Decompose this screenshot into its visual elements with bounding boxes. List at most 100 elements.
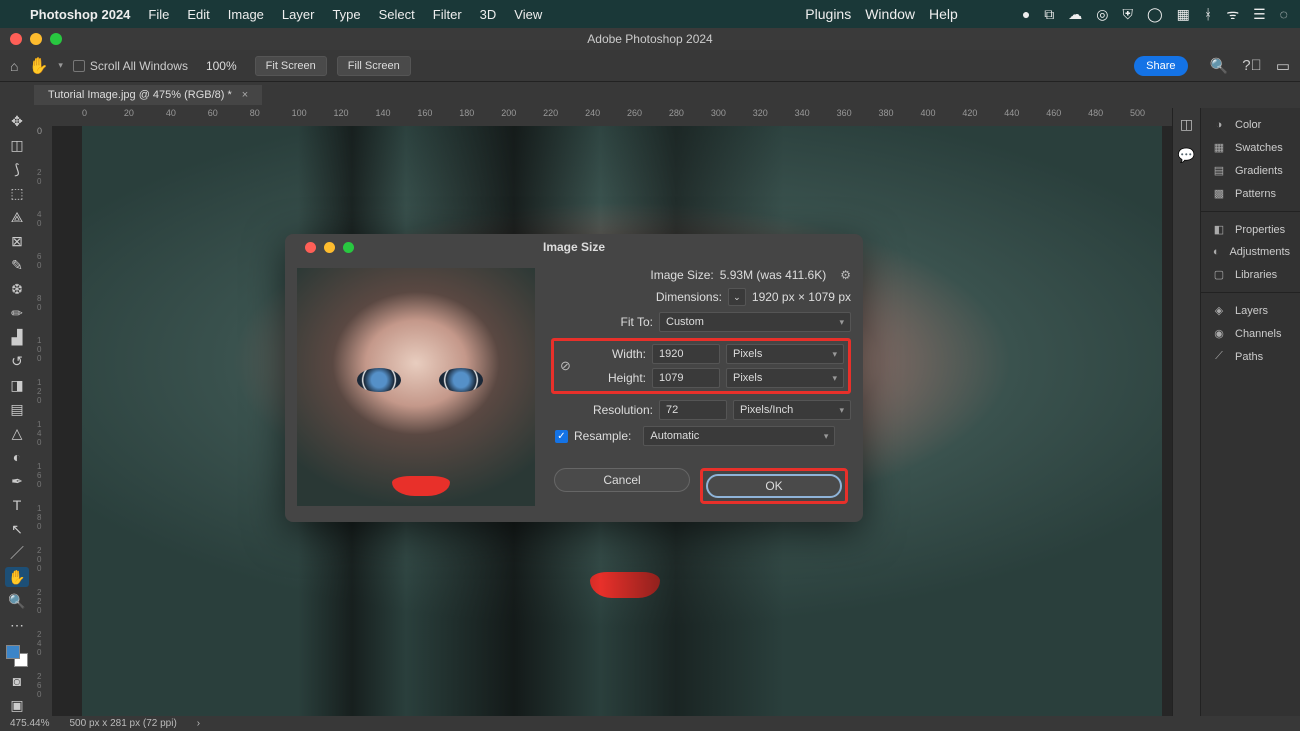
move-tool-icon[interactable]: ✥ (5, 111, 29, 131)
sync-icon[interactable]: ◯ (1147, 6, 1163, 23)
menu-select[interactable]: Select (379, 7, 415, 22)
panel-gradients[interactable]: ▤Gradients (1201, 159, 1300, 182)
shield-icon[interactable]: ⛨ (1123, 6, 1134, 23)
width-unit-select[interactable]: Pixels▾ (726, 344, 844, 364)
document-tab[interactable]: Tutorial Image.jpg @ 475% (RGB/8) * × (34, 85, 262, 105)
hand-tool-icon[interactable]: ✋ (28, 56, 48, 76)
screen-mode-icon[interactable]: ▣ (5, 695, 29, 715)
menu-filter[interactable]: Filter (433, 7, 462, 22)
color-swatch[interactable] (6, 645, 28, 667)
user-icon[interactable]: ◌ (1280, 6, 1288, 22)
menu-image[interactable]: Image (228, 7, 264, 22)
resolution-input[interactable] (659, 400, 727, 420)
dodge-tool-icon[interactable]: ◐ (5, 447, 29, 467)
fit-to-select[interactable]: Custom▾ (659, 312, 851, 332)
tool-preset-dropdown-icon[interactable]: ▾ (58, 60, 63, 71)
status-zoom[interactable]: 475.44% (10, 718, 49, 729)
type-tool-icon[interactable]: T (5, 495, 29, 515)
resolution-unit-select[interactable]: Pixels/Inch▾ (733, 400, 851, 420)
menu-plugins[interactable]: Plugins (805, 6, 851, 22)
panel-color[interactable]: ◑Color (1201, 114, 1300, 136)
maximize-window-icon[interactable] (50, 33, 62, 45)
panel-libraries[interactable]: ▢Libraries (1201, 263, 1300, 286)
object-select-tool-icon[interactable]: ⬚ (5, 183, 29, 203)
menu-3d[interactable]: 3D (480, 7, 497, 22)
menu-help[interactable]: Help (929, 6, 958, 22)
menu-view[interactable]: View (514, 7, 542, 22)
share-button[interactable]: Share (1134, 56, 1187, 76)
status-doc-info[interactable]: 500 px x 281 px (72 ppi) (69, 718, 176, 729)
panel-properties[interactable]: ◧Properties (1201, 218, 1300, 241)
cc-icon[interactable]: ◎ (1096, 6, 1108, 23)
link-dimensions-icon[interactable]: ⊘ (560, 358, 571, 374)
wifi-icon[interactable]: ᯤ (1226, 5, 1239, 24)
cloud-icon[interactable]: ☁ (1068, 6, 1082, 23)
marquee-tool-icon[interactable]: ◫ (5, 135, 29, 155)
resample-select[interactable]: Automatic▾ (643, 426, 835, 446)
eraser-tool-icon[interactable]: ◨ (5, 375, 29, 395)
fill-screen-button[interactable]: Fill Screen (337, 56, 411, 76)
home-icon[interactable]: ⌂ (10, 58, 18, 74)
quick-mask-icon[interactable]: ◙ (5, 671, 29, 691)
screen-icon[interactable]: ⧉ (1044, 6, 1054, 23)
gear-icon[interactable]: ⚙ (840, 268, 851, 282)
menu-type[interactable]: Type (332, 7, 360, 22)
close-tab-icon[interactable]: × (242, 89, 248, 101)
ok-button[interactable]: OK (706, 474, 842, 498)
bluetooth-icon[interactable]: ᚼ (1204, 6, 1212, 22)
healing-brush-tool-icon[interactable]: ❆ (5, 279, 29, 299)
zoom-tool-icon[interactable]: 🔍 (5, 591, 29, 611)
app-name[interactable]: Photoshop 2024 (30, 7, 130, 22)
minimize-window-icon[interactable] (30, 33, 42, 45)
menu-edit[interactable]: Edit (187, 7, 209, 22)
close-window-icon[interactable] (10, 33, 22, 45)
path-select-tool-icon[interactable]: ↖ (5, 519, 29, 539)
crop-tool-icon[interactable]: ⟁ (5, 207, 29, 227)
panel-paths[interactable]: ⟋Paths (1201, 345, 1300, 368)
histogram-icon[interactable]: ◫ (1180, 116, 1193, 133)
dimensions-unit-dropdown[interactable]: ⌄ (728, 288, 746, 306)
dialog-minimize-icon[interactable] (324, 242, 335, 253)
panel-adjustments[interactable]: ◐Adjustments (1201, 241, 1300, 263)
blur-tool-icon[interactable]: △ (5, 423, 29, 443)
panel-swatches[interactable]: ▦Swatches (1201, 136, 1300, 159)
gradient-tool-icon[interactable]: ▤ (5, 399, 29, 419)
shape-tool-icon[interactable]: ／ (5, 543, 29, 563)
eyedropper-tool-icon[interactable]: ✎ (5, 255, 29, 275)
workspace-icon[interactable]: ▭ (1276, 57, 1290, 75)
height-input[interactable] (652, 368, 720, 388)
panel-patterns[interactable]: ▩Patterns (1201, 182, 1300, 205)
pen-tool-icon[interactable]: ✒ (5, 471, 29, 491)
panel-channels[interactable]: ◉Channels (1201, 322, 1300, 345)
dialog-preview-image[interactable] (297, 268, 535, 506)
help-icon[interactable]: ?⃝ (1242, 57, 1262, 75)
height-unit-select[interactable]: Pixels▾ (726, 368, 844, 388)
control-center-icon[interactable]: ☰ (1253, 6, 1266, 23)
width-input[interactable] (652, 344, 720, 364)
resample-checkbox[interactable]: ✓ (555, 430, 568, 443)
menu-file[interactable]: File (148, 7, 169, 22)
frame-tool-icon[interactable]: ⊠ (5, 231, 29, 251)
search-icon[interactable]: 🔍 (1210, 57, 1229, 75)
fit-screen-button[interactable]: Fit Screen (255, 56, 327, 76)
comments-icon[interactable]: 💬 (1178, 147, 1195, 164)
cancel-button[interactable]: Cancel (554, 468, 690, 492)
brush-tool-icon[interactable]: ✏ (5, 303, 29, 323)
record-icon[interactable]: ● (1022, 6, 1030, 22)
dialog-titlebar[interactable]: Image Size (285, 234, 863, 260)
ruler-vertical[interactable]: 020406080100120140160180200220240260 (34, 126, 52, 716)
edit-toolbar-icon[interactable]: ⋯ (5, 615, 29, 635)
history-brush-tool-icon[interactable]: ↺ (5, 351, 29, 371)
app-switch-icon[interactable]: ▦ (1177, 6, 1190, 23)
panel-layers[interactable]: ◈Layers (1201, 299, 1300, 322)
lasso-tool-icon[interactable]: ⟆ (5, 159, 29, 179)
menu-window[interactable]: Window (865, 6, 915, 22)
clone-stamp-tool-icon[interactable]: ▟ (5, 327, 29, 347)
scroll-all-windows-checkbox[interactable]: Scroll All Windows (73, 59, 188, 73)
menu-layer[interactable]: Layer (282, 7, 315, 22)
dialog-close-icon[interactable] (305, 242, 316, 253)
zoom-100-button[interactable]: 100% (198, 57, 245, 75)
ruler-horizontal[interactable]: 0204060801001201401601802002202402602803… (34, 108, 1172, 126)
status-chevron-icon[interactable]: › (197, 718, 200, 729)
hand-tool-icon[interactable]: ✋ (5, 567, 29, 587)
